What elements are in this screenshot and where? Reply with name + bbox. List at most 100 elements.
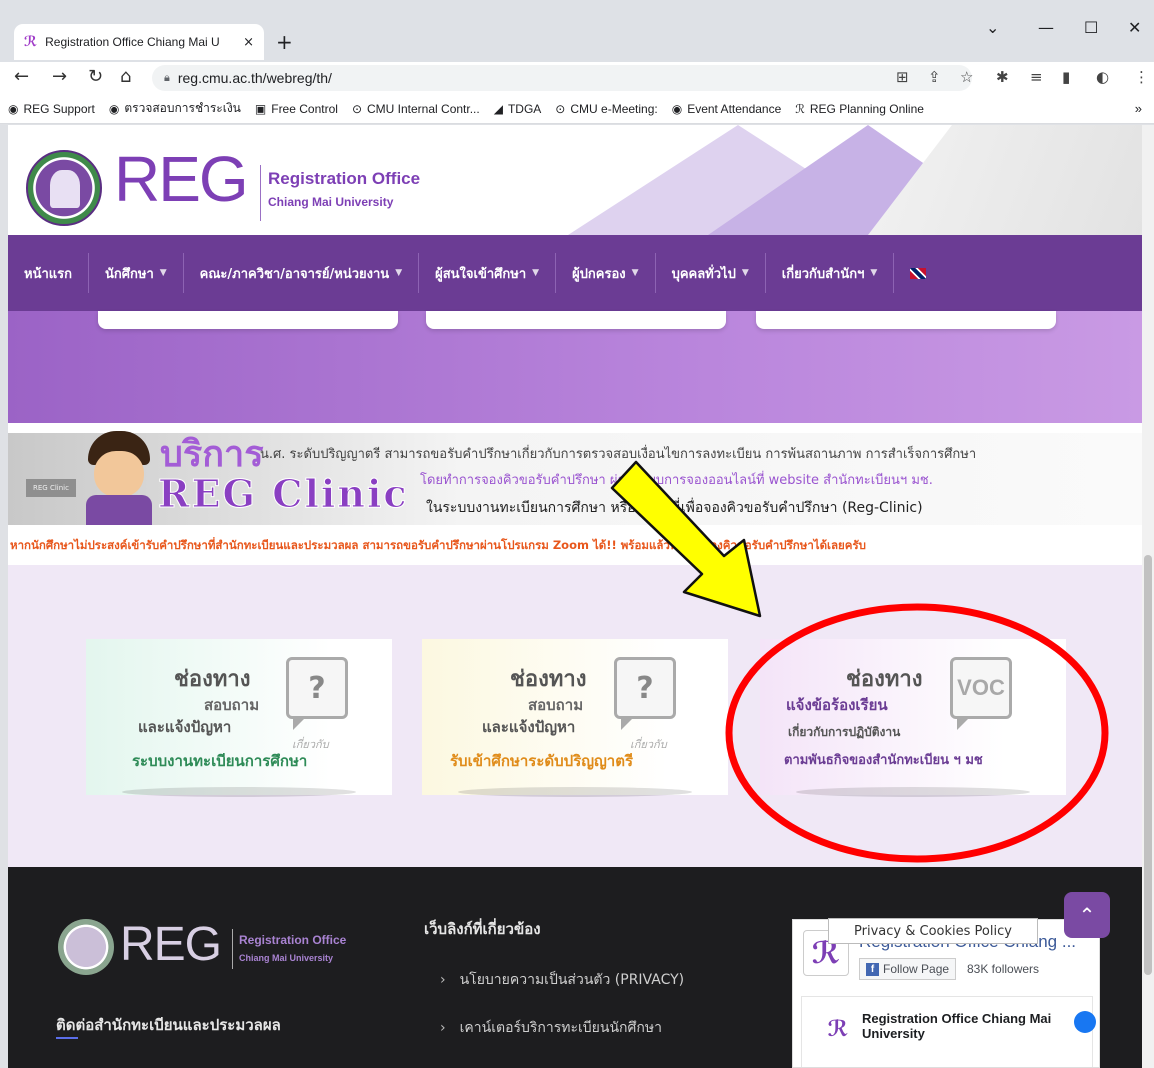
fb-follow-label: Follow Page — [883, 962, 950, 976]
fb-post-name[interactable]: Registration Office Chiang Mai Universit… — [862, 1011, 1092, 1041]
home-icon[interactable]: ⌂ — [120, 66, 131, 87]
new-tab-button[interactable]: + — [276, 30, 293, 54]
caret-down-icon: ▼ — [631, 268, 639, 278]
bookmark-label: TDGA — [507, 101, 542, 116]
nav-item-label: ผู้สนใจเข้าศึกษา — [435, 266, 527, 282]
voc-icon-label: VOC — [957, 675, 1005, 700]
address-toolbar: ← → ↻ ⌂ 🔒︎ reg.cmu.ac.th/webreg/th/ ⊞ ⇪ … — [0, 62, 1154, 94]
bookmark-item[interactable]: ◉ REG Support — [8, 102, 95, 116]
chevron-right-icon: › — [440, 1020, 446, 1036]
bookmark-star-icon[interactable]: ☆ — [960, 68, 973, 86]
back-to-top-button[interactable]: ⌃ — [1064, 892, 1110, 938]
bookmark-label: REG Planning Online — [809, 101, 924, 116]
fb-post-card[interactable]: ℛ Registration Office Chiang Mai Univers… — [801, 996, 1096, 1067]
tab-search-chevron-icon[interactable]: ⌄ — [986, 18, 999, 37]
footer-link-counter[interactable]: › เคาน์เตอร์บริการทะเบียนนักศึกษา — [440, 1017, 662, 1039]
logo-subtitle-2: Chiang Mai University — [268, 195, 394, 209]
fb-verified-badge-icon — [1074, 1011, 1096, 1033]
close-window-icon[interactable]: ✕ — [1128, 18, 1141, 37]
language-switch-en[interactable] — [894, 253, 942, 293]
zoom-notice-link[interactable]: หากนักศึกษาไม่ประสงค์เข้ารับคำปรึกษาที่ส… — [8, 537, 1142, 555]
channel-card-voc-complaint[interactable]: ช่องทาง แจ้งข้อร้องเรียน เกี่ยวกับการปฏิ… — [760, 639, 1066, 797]
bookmark-label: CMU Internal Contr... — [367, 101, 480, 116]
translate-icon[interactable]: ⊞ — [896, 68, 909, 86]
back-arrow-icon[interactable]: ← — [14, 66, 29, 87]
footer-link-privacy[interactable]: › นโยบายความเป็นส่วนตัว (PRIVACY) — [440, 969, 684, 991]
channel-card-admission[interactable]: ช่องทาง สอบถาม และแจ้งปัญหา เกี่ยวกับ รั… — [422, 639, 728, 797]
banner-card[interactable] — [756, 311, 1056, 329]
footer-reg-logo-text[interactable]: REG — [120, 921, 222, 969]
nav-item[interactable]: บุคคลทั่วไป ▼ — [656, 253, 766, 293]
nav-item[interactable]: ผู้สนใจเข้าศึกษา ▼ — [419, 253, 557, 293]
globe-icon: ◉ — [671, 101, 683, 116]
uk-flag-icon — [910, 267, 927, 279]
bookmark-label: Event Attendance — [687, 101, 782, 116]
privacy-cookies-button[interactable]: Privacy & Cookies Policy — [828, 918, 1038, 944]
main-nav: หน้าแรก นักศึกษา ▼ คณะ/ภาควิชา/อาจารย์/หน่ว… — [8, 235, 1142, 311]
caret-down-icon: ▼ — [395, 268, 403, 278]
nav-item[interactable]: นักศึกษา ▼ — [89, 253, 184, 293]
nav-item[interactable]: เกี่ยวกับสำนักฯ ▼ — [766, 253, 895, 293]
tab-close-icon[interactable]: × — [243, 35, 254, 50]
profile-avatar-icon[interactable]: ◐ — [1096, 68, 1109, 86]
footer-logo-subtitle-1: Registration Office — [239, 933, 347, 947]
bookmark-item[interactable]: ℛ REG Planning Online — [795, 102, 924, 116]
footer-link-label: เคาน์เตอร์บริการทะเบียนนักศึกษา — [459, 1020, 662, 1036]
minimize-icon[interactable]: — — [1038, 18, 1054, 37]
clinic-brand: REG Clinic — [158, 471, 409, 516]
tab-title: Registration Office Chiang Mai U — [45, 35, 220, 49]
nav-item[interactable]: คณะ/ภาควิชา/อาจารย์/หน่วยงาน ▼ — [184, 253, 420, 293]
clinic-title: บริการ — [160, 434, 264, 475]
question-head-icon: ? — [286, 657, 348, 730]
nav-item-label: คณะ/ภาควิชา/อาจารย์/หน่วยงาน — [199, 266, 390, 282]
nav-item[interactable]: ผู้ปกครอง ▼ — [556, 253, 656, 293]
cmu-seal-logo[interactable] — [26, 150, 102, 226]
maximize-icon[interactable]: ☐ — [1084, 18, 1098, 37]
forward-arrow-icon[interactable]: → — [52, 66, 67, 87]
scrollbar-thumb[interactable] — [1144, 555, 1152, 975]
card-line-4: รับเข้าศึกษาระดับปริญญาตรี — [450, 752, 634, 770]
reg-clinic-banner[interactable]: REG Clinic บริการ REG Clinic น.ศ. ระดับป… — [8, 423, 1142, 527]
browser-tab-active[interactable]: ℛ Registration Office Chiang Mai U × — [14, 24, 264, 60]
reading-list-icon[interactable]: ≡ — [1030, 68, 1043, 86]
browser-tab-strip: ℛ Registration Office Chiang Mai U × + ⌄… — [0, 0, 1154, 62]
reg-logo-text[interactable]: REG — [114, 147, 249, 211]
site-footer: REG Registration Office Chiang Mai Unive… — [8, 867, 1142, 1068]
channel-section: ช่องทาง สอบถาม และแจ้งปัญหา เกี่ยวกับ ระ… — [8, 565, 1142, 867]
bookmark-item[interactable]: ⊙ CMU Internal Contr... — [352, 102, 480, 116]
banner-card[interactable] — [426, 311, 726, 329]
footer-title-underline — [56, 1037, 78, 1039]
url-bar[interactable]: 🔒︎ reg.cmu.ac.th/webreg/th/ — [152, 65, 972, 91]
reload-icon[interactable]: ↻ — [88, 66, 103, 87]
bookmark-item[interactable]: ▣ Free Control — [255, 102, 338, 116]
bookmarks-bar: ◉ REG Support ◉ ตรวจสอบการชำระเงิน ▣ Free Con… — [0, 94, 1154, 124]
banner-card[interactable] — [98, 311, 398, 329]
nav-item-label: บุคคลทั่วไป — [671, 266, 736, 282]
caret-down-icon: ▼ — [532, 268, 540, 278]
footer-seal-logo[interactable] — [58, 919, 114, 975]
share-icon[interactable]: ⇪ — [928, 68, 941, 86]
footer-logo-divider — [232, 929, 233, 969]
footer-link-label: นโยบายความเป็นส่วนตัว (PRIVACY) — [459, 972, 685, 988]
bookmark-label: CMU e-Meeting: — [570, 101, 658, 116]
footer-links-title: เว็บลิงก์ที่เกี่ยวข้อง — [424, 920, 541, 938]
channel-card-registration[interactable]: ช่องทาง สอบถาม และแจ้งปัญหา เกี่ยวกับ ระ… — [86, 639, 392, 797]
question-head-icon: ? — [614, 657, 676, 730]
bookmark-item[interactable]: ◉ Event Attendance — [672, 102, 782, 116]
kebab-menu-icon[interactable]: ⋮ — [1134, 68, 1149, 86]
hero-banner — [8, 311, 1142, 423]
nav-item[interactable]: หน้าแรก — [8, 253, 89, 293]
fb-follow-button[interactable]: f Follow Page — [859, 958, 957, 980]
bookmark-item[interactable]: ◉ ตรวจสอบการชำระเงิน — [109, 99, 241, 118]
footer-contact-title: ติดต่อสำนักทะเบียนและประมวลผล — [56, 1016, 281, 1034]
bookmark-item[interactable]: ⊙ CMU e-Meeting: — [555, 102, 657, 116]
bookmark-item[interactable]: ◢ TDGA — [494, 102, 542, 116]
globe-icon: ◉ — [8, 101, 19, 116]
extensions-puzzle-icon[interactable]: ✱ — [996, 68, 1009, 86]
voc-icon: VOC — [950, 657, 1012, 730]
side-panel-icon[interactable]: ▮ — [1062, 68, 1070, 86]
card-about: เกี่ยวกับ — [630, 738, 667, 751]
page-scrollbar[interactable] — [1142, 125, 1154, 1068]
footer-logo-subtitle-2: Chiang Mai University — [239, 953, 334, 963]
bookmarks-overflow-button[interactable]: » — [1135, 101, 1142, 116]
